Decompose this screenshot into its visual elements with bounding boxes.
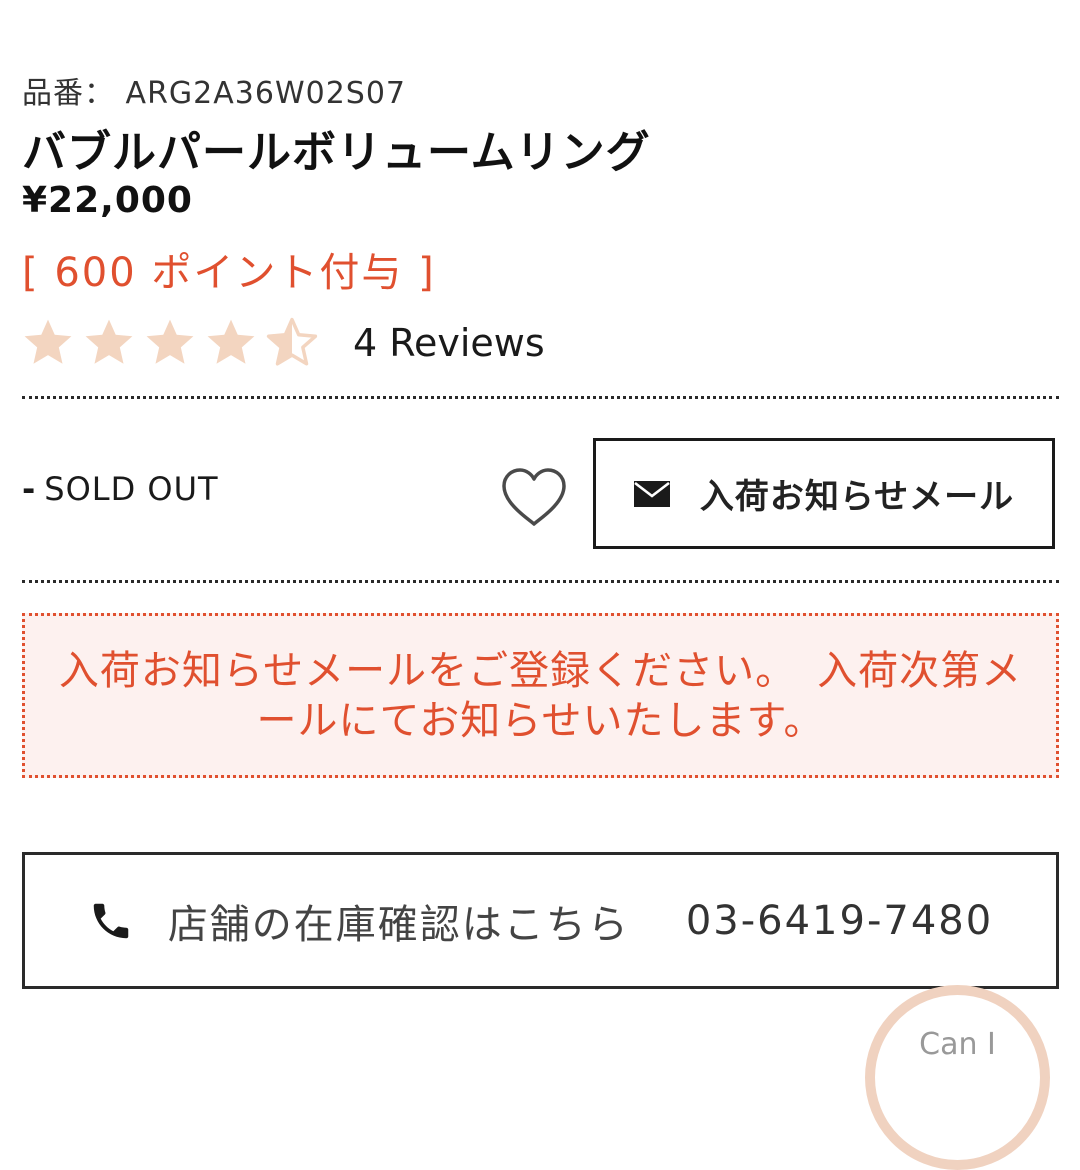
star-filled-icon (207, 319, 255, 364)
star-half-icon (266, 317, 318, 366)
points-badge: [ 600 ポイント付与 ] (22, 250, 436, 296)
star-rating (22, 317, 327, 369)
product-code: 品番： ARG2A36W02S07 (22, 68, 406, 112)
store-stock-label: 店舗の在庫確認はこちら (167, 901, 630, 948)
mail-icon (633, 480, 670, 507)
rating-row: 4 Reviews (22, 314, 545, 372)
star-filled-icon (146, 319, 194, 364)
reviews-link[interactable]: 4 Reviews (353, 321, 545, 365)
restock-notify-button[interactable]: 入荷お知らせメール (593, 438, 1055, 549)
divider-top (22, 396, 1059, 399)
restock-notice-text: 入荷お知らせメールをご登録ください。 入荷次第メールにてお知らせいたします。 (58, 647, 1023, 744)
restock-notify-label: 入荷お知らせメール (699, 477, 1015, 517)
store-phone-number: 03-6419-7480 (685, 897, 994, 944)
divider-bottom (22, 580, 1059, 583)
product-code-value: ARG2A36W02S07 (125, 76, 406, 111)
product-price: ¥22,000 (22, 180, 193, 221)
star-filled-icon (24, 319, 72, 364)
heart-icon (502, 468, 566, 526)
stock-status-text: SOLD OUT (44, 470, 219, 508)
phone-icon (93, 903, 129, 938)
stock-status: - SOLD OUT (22, 470, 219, 508)
favorite-button[interactable] (500, 466, 568, 530)
star-filled-icon (85, 319, 133, 364)
chat-widget-label: Can I (919, 1027, 996, 1062)
store-stock-button[interactable]: 店舗の在庫確認はこちら 03-6419-7480 (22, 852, 1059, 989)
product-title: バブルパールボリュームリング (22, 127, 651, 178)
stock-status-dash: - (22, 470, 37, 508)
product-code-label: 品番： (22, 76, 115, 111)
restock-notice: 入荷お知らせメールをご登録ください。 入荷次第メールにてお知らせいたします。 (22, 613, 1059, 778)
chat-widget-button[interactable]: Can I (865, 985, 1050, 1170)
